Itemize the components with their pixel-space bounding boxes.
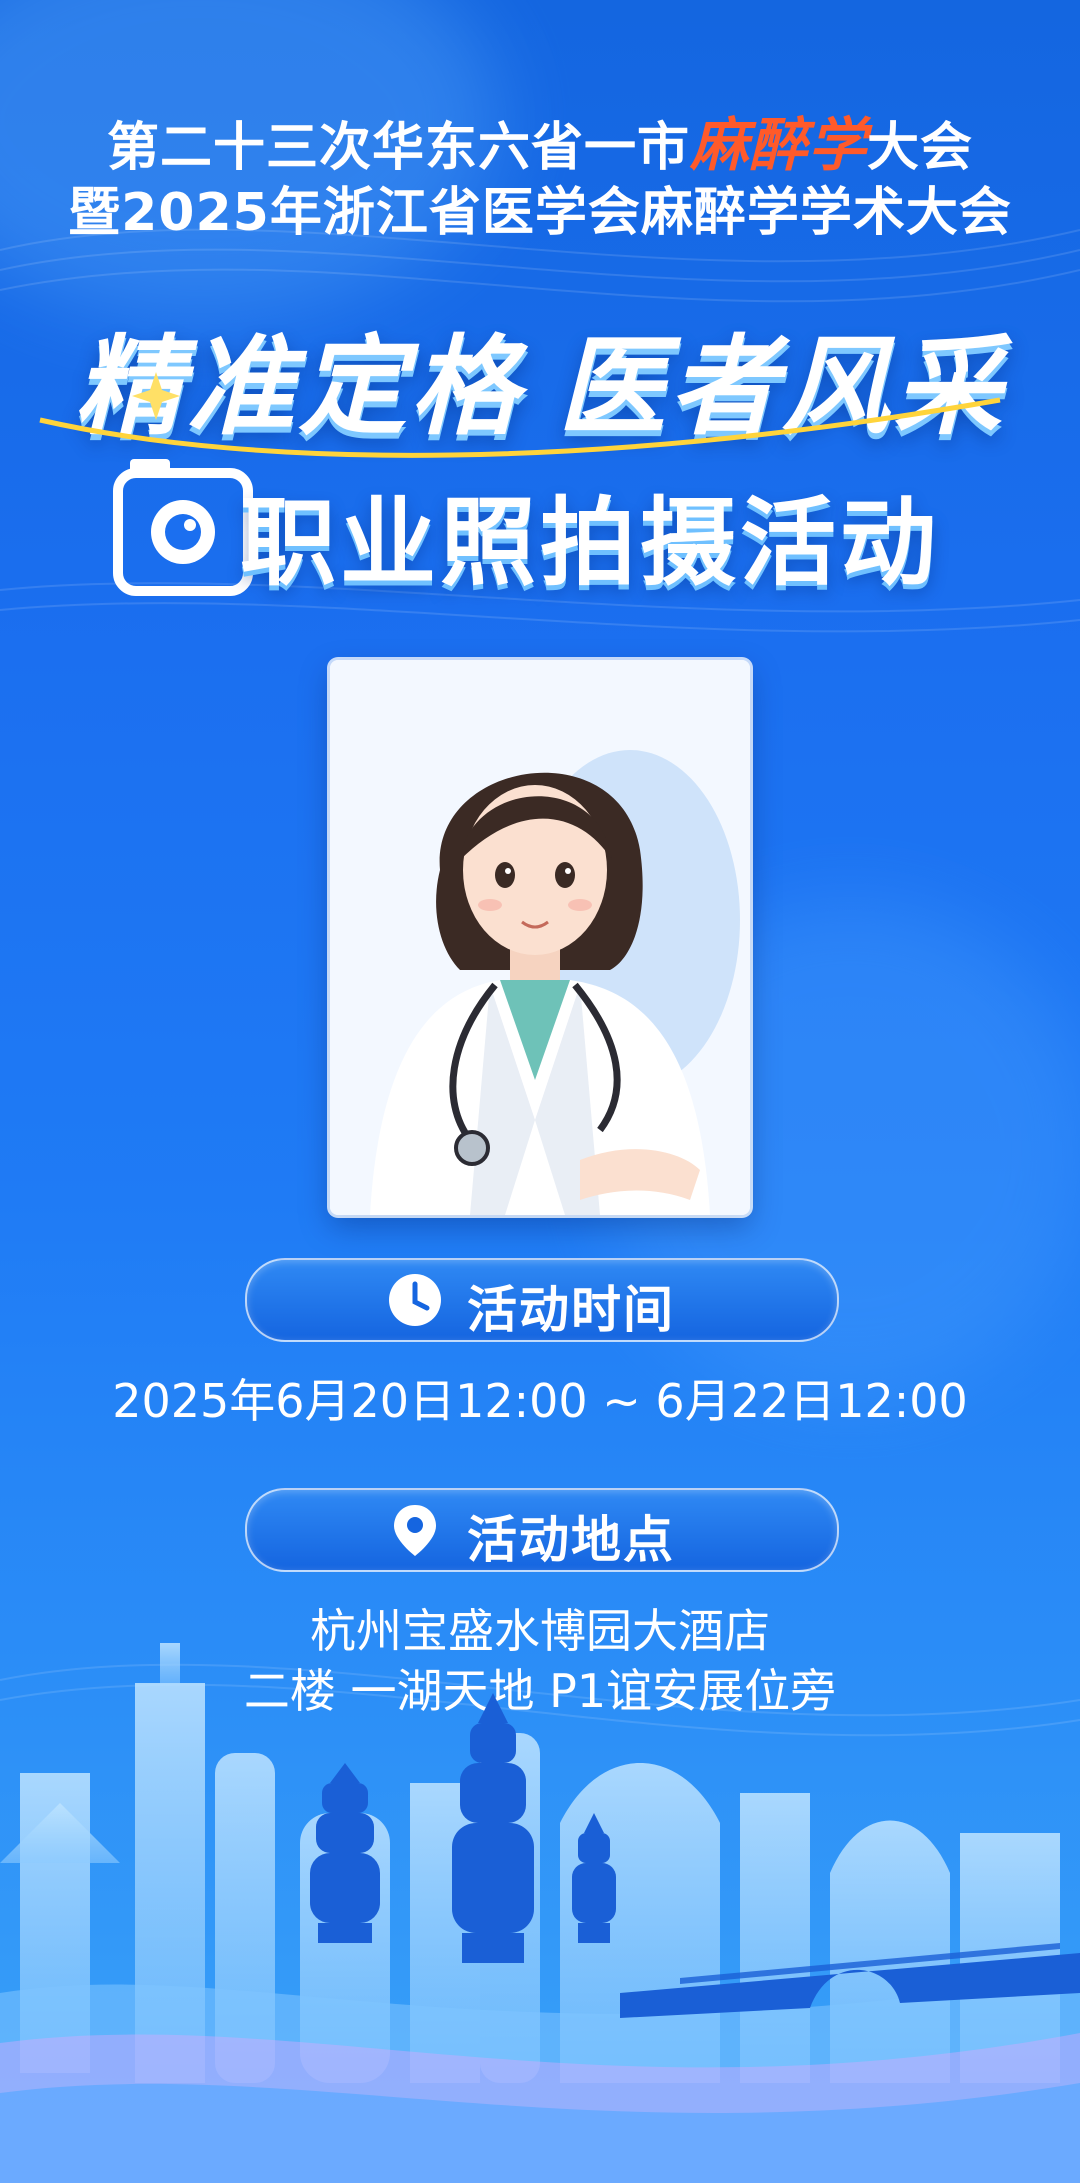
clock-icon bbox=[389, 1274, 441, 1326]
camera-icon bbox=[113, 459, 253, 596]
poster: 第二十三次华东六省一市麻醉学大会 暨2025年浙江省医学会麻醉学学术大会 精准定… bbox=[0, 0, 1080, 2183]
subtitle: 职业照拍摄活动 bbox=[240, 487, 940, 599]
header-line-1-prefix: 第二十三次华东六省一市 bbox=[106, 118, 690, 178]
doctor-portrait-frame bbox=[330, 660, 750, 1215]
header-line-2: 暨2025年浙江省医学会麻醉学学术大会 bbox=[68, 183, 1012, 243]
location-pin-icon bbox=[394, 1505, 436, 1556]
city-skyline-illustration bbox=[0, 1643, 1080, 2183]
time-label: 活动时间 bbox=[467, 1281, 675, 1339]
subtitle-row: 职业照拍摄活动 bbox=[110, 455, 990, 605]
location-label-pill: 活动地点 bbox=[245, 1488, 839, 1572]
time-value: 2025年6月20日12:00 ~ 6月22日12:00 bbox=[112, 1374, 968, 1428]
time-label-pill: 活动时间 bbox=[245, 1258, 839, 1342]
location-label: 活动地点 bbox=[467, 1511, 675, 1569]
header-highlight: 麻醉学 bbox=[689, 111, 867, 179]
header-line-1-suffix: 大会 bbox=[867, 118, 974, 178]
doctor-illustration bbox=[330, 660, 750, 1215]
